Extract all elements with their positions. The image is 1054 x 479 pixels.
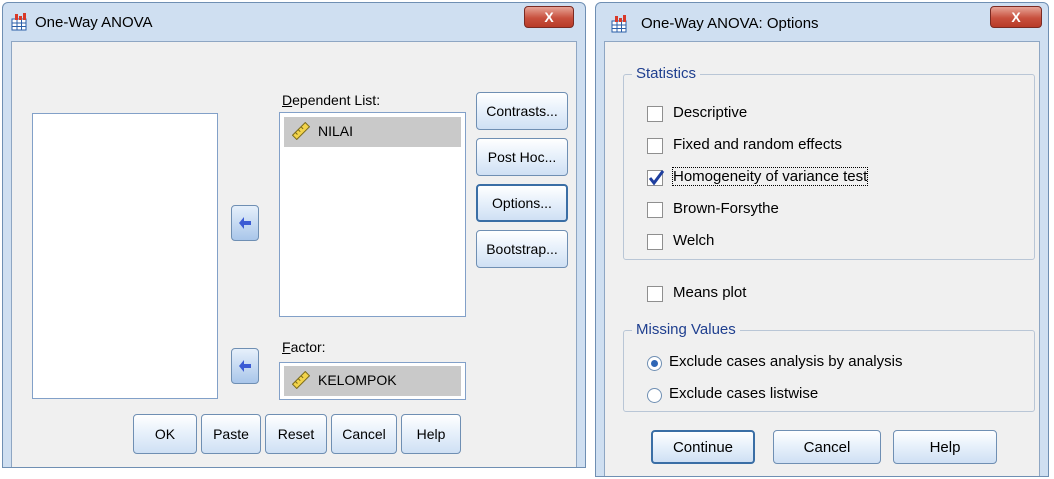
welch-checkbox[interactable] [647,234,663,250]
exclude-listwise-label: Exclude cases listwise [669,385,819,402]
arrow-right-icon [239,217,251,229]
statistics-group-title: Statistics [632,65,701,82]
help-button[interactable]: Help [893,430,997,464]
title-bar: One-Way ANOVA X [3,3,585,41]
fixed-random-effects-checkbox[interactable] [647,138,663,154]
source-variable-list[interactable] [32,113,218,399]
dialog-body: Statistics Descriptive Fixed and random … [604,41,1040,476]
factor-item[interactable]: KELOMPOK [284,366,461,396]
cancel-button[interactable]: Cancel [331,414,397,454]
radio-selected-dot [651,360,658,367]
welch-label: Welch [673,232,715,249]
ruler-scale-icon [292,122,310,140]
move-to-factor-button[interactable] [231,348,259,384]
homogeneity-label: Homogeneity of variance test [671,167,869,186]
dependent-item-label: NILAI [318,123,354,139]
one-way-anova-dialog: One-Way ANOVA X Dependent List: NILAI Fa… [2,2,586,468]
ruler-scale-icon [292,371,310,389]
missing-values-group-title: Missing Values [632,321,740,338]
ok-button[interactable]: OK [133,414,197,454]
exclude-analysis-label: Exclude cases analysis by analysis [669,353,903,370]
options-dialog: One-Way ANOVA: Options X Statistics Desc… [595,2,1049,477]
list-item[interactable]: NILAI [284,117,461,147]
window-title: One-Way ANOVA: Options [641,15,819,32]
continue-button[interactable]: Continue [651,430,755,464]
spss-app-icon [11,13,27,31]
factor-value-label: KELOMPOK [318,372,397,388]
arrow-right-icon [239,360,251,372]
close-button[interactable]: X [524,6,574,28]
window-title: One-Way ANOVA [35,14,153,31]
paste-button[interactable]: Paste [201,414,261,454]
close-button[interactable]: X [990,6,1042,28]
move-to-dependent-button[interactable] [231,205,259,241]
dependent-list[interactable]: NILAI [279,112,466,317]
spss-app-icon [611,15,627,33]
means-plot-checkbox[interactable] [647,286,663,302]
descriptive-label: Descriptive [673,104,748,121]
fixed-random-effects-label: Fixed and random effects [673,136,842,153]
dialog-body: Dependent List: NILAI Factor: KELOMPOK C… [11,41,577,467]
descriptive-checkbox[interactable] [647,106,663,122]
options-button[interactable]: Options... [476,184,568,222]
contrasts-button[interactable]: Contrasts... [476,92,568,130]
title-bar: One-Way ANOVA: Options X [596,3,1048,41]
means-plot-label: Means plot [673,284,747,301]
post-hoc-button[interactable]: Post Hoc... [476,138,568,176]
exclude-listwise-radio[interactable] [647,388,662,403]
brown-forsythe-checkbox[interactable] [647,202,663,218]
bootstrap-button[interactable]: Bootstrap... [476,230,568,268]
brown-forsythe-label: Brown-Forsythe [673,200,779,217]
dependent-list-label: Dependent List: [282,92,381,108]
homogeneity-checkbox[interactable] [647,170,665,186]
cancel-button[interactable]: Cancel [773,430,881,464]
factor-label: Factor: [282,339,326,355]
checkmark-icon [648,170,665,186]
exclude-analysis-radio[interactable] [647,356,662,371]
factor-field[interactable]: KELOMPOK [279,362,466,400]
help-button[interactable]: Help [401,414,461,454]
reset-button[interactable]: Reset [265,414,327,454]
